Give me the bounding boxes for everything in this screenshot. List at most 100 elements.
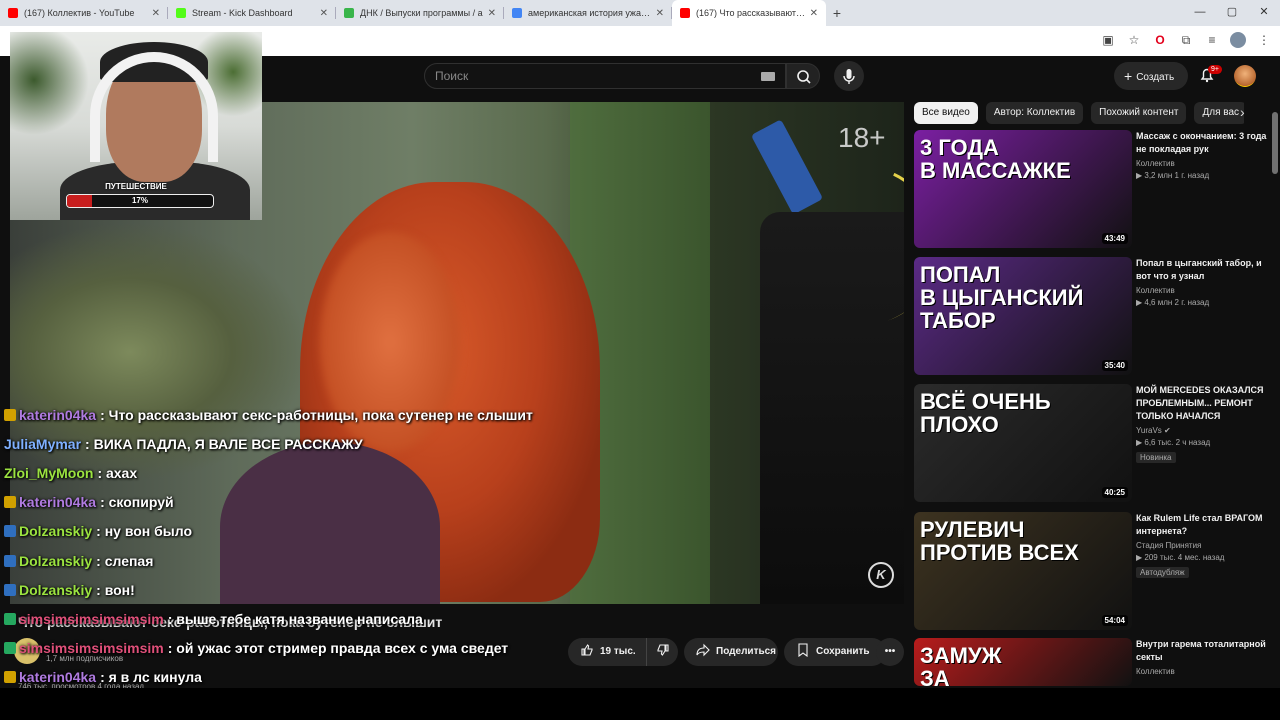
video-thumbnail[interactable]: 3 ГОДА В МАССАЖКЕ 43:49 [914, 130, 1132, 248]
filter-chip[interactable]: Для вас [1194, 102, 1244, 124]
video-thumbnail[interactable]: ВСЁ ОЧЕНЬ ПЛОХО 40:25 [914, 384, 1132, 502]
stream-chat: katerin04ka: Что рассказывают секс-работ… [4, 400, 564, 692]
scrollbar-thumb[interactable] [1272, 112, 1278, 174]
crown-badge-icon [4, 671, 16, 684]
opera-extension-icon[interactable]: O [1152, 32, 1168, 48]
microphone-icon [843, 69, 855, 84]
chat-username[interactable]: Zloi_MyMoon [4, 465, 93, 481]
chat-username[interactable]: katerin04ka [19, 407, 96, 423]
minimize-button[interactable]: — [1184, 0, 1216, 26]
bookmark-icon [798, 643, 808, 657]
goal-progress-text: 17% [131, 196, 148, 205]
channel-name[interactable]: YuraVs ✔ [1136, 426, 1270, 435]
browser-tab[interactable]: (167) Что рассказывают секс- ✕ [672, 0, 826, 26]
channel-name[interactable]: Коллектив [1136, 159, 1270, 168]
like-count: 19 тыс. [600, 646, 636, 657]
share-icon [696, 643, 710, 657]
recommended-video[interactable]: 3 ГОДА В МАССАЖКЕ 43:49 Массаж с окончание… [914, 130, 1270, 248]
recommended-video[interactable]: ЗАМУЖ ЗА Внутри гарема тоталитарной секты… [914, 638, 1270, 686]
recommended-video[interactable]: ВСЁ ОЧЕНЬ ПЛОХО 40:25 МОЙ MERCEDES ОКАЗАЛС… [914, 384, 1270, 502]
filter-chip[interactable]: Все видео [914, 102, 978, 124]
tab-close-icon[interactable]: ✕ [320, 8, 328, 19]
chat-message: Dolzanskiy: ну вон было [4, 517, 564, 546]
share-button[interactable]: Поделиться [684, 638, 778, 666]
video-stats: ▶ 209 тыс. 4 мес. назад [1136, 553, 1225, 562]
save-label: Сохранить [816, 646, 870, 657]
subscriber-badge-icon [4, 525, 16, 538]
chat-username[interactable]: JuliaMymar [4, 436, 81, 452]
video-title[interactable]: Внутри гарема тоталитарной секты [1136, 638, 1270, 664]
chat-username[interactable]: simsimsimsimsimsim [19, 611, 164, 627]
video-duration: 40:25 [1101, 487, 1128, 498]
account-avatar[interactable] [1234, 65, 1256, 87]
video-title[interactable]: Попал в цыганский табор, и вот что я узн… [1136, 257, 1270, 283]
chat-username[interactable]: Dolzanskiy [19, 553, 92, 569]
chevron-right-icon[interactable]: › [1240, 104, 1245, 120]
video-meta: Попал в цыганский табор, и вот что я узн… [1136, 257, 1270, 307]
subscriber-badge-icon [4, 642, 16, 655]
video-title[interactable]: Как Rulem Life стал ВРАГОМ интернета? [1136, 512, 1270, 538]
extensions-puzzle-icon[interactable]: ⧉ [1178, 32, 1194, 48]
tab-close-icon[interactable]: ✕ [656, 8, 664, 19]
chat-username[interactable]: Dolzanskiy [19, 523, 92, 539]
channel-name[interactable]: Коллектив [1136, 667, 1270, 676]
browser-tab[interactable]: ДНК / Выпуски программы / a ✕ [336, 0, 504, 26]
chat-text: : Что рассказывают секс-работницы, пока … [100, 406, 533, 423]
voice-search-button[interactable] [834, 61, 864, 91]
video-thumbnail[interactable]: ПОПАЛ В ЦЫГАНСКИЙ ТАБОР 35:40 [914, 257, 1132, 375]
chat-message: katerin04ka: скопируй [4, 488, 564, 517]
browser-tab[interactable]: Stream - Kick Dashboard ✕ [168, 0, 336, 26]
bookmark-star-icon[interactable]: ☆ [1126, 32, 1142, 48]
video-title[interactable]: МОЙ MERCEDES ОКАЗАЛСЯ ПРОБЛЕМНЫМ... РЕМО… [1136, 384, 1270, 423]
tab-favicon-icon [176, 8, 186, 18]
tab-favicon-icon [8, 8, 18, 18]
maximize-button[interactable]: ▢ [1216, 0, 1248, 26]
tab-close-icon[interactable]: ✕ [810, 8, 818, 19]
browser-tab[interactable]: (167) Коллектив - YouTube ✕ [0, 0, 168, 26]
profile-icon[interactable] [1230, 32, 1246, 48]
tab-label: американская история ужасов [528, 8, 652, 18]
browser-tab[interactable]: американская история ужасов ✕ [504, 0, 672, 26]
media-control-icon[interactable]: ≡ [1204, 32, 1220, 48]
create-button[interactable]: + Создать [1114, 62, 1188, 90]
streamer-webcam: ПУТЕШЕСТВИЕ 17% [10, 32, 262, 220]
chat-text: : скопируй [100, 494, 174, 511]
subscriber-badge-icon [4, 612, 16, 625]
install-app-icon[interactable]: ▣ [1100, 32, 1116, 48]
chat-username[interactable]: katerin04ka [19, 494, 96, 510]
recommended-video[interactable]: РУЛЕВИЧ ПРОТИВ ВСЕХ 54:04 Как Rulem Life с… [914, 512, 1270, 630]
tab-favicon-icon [680, 8, 690, 18]
channel-watermark: K [868, 562, 894, 588]
keyboard-icon[interactable] [761, 72, 775, 81]
scrollbar[interactable] [1272, 102, 1278, 682]
channel-name[interactable]: Коллектив [1136, 286, 1270, 295]
video-stats: ▶ 3,2 млн 1 г. назад [1136, 171, 1210, 180]
filter-chip[interactable]: Автор: Коллектив [985, 102, 1084, 124]
chat-username[interactable]: simsimsimsimsimsim [19, 640, 164, 656]
chat-username[interactable]: Dolzanskiy [19, 582, 92, 598]
chat-message: simsimsimsimsimsim: ой ужас этот стример… [4, 634, 564, 663]
video-thumbnail[interactable]: РУЛЕВИЧ ПРОТИВ ВСЕХ 54:04 [914, 512, 1132, 630]
video-thumbnail[interactable]: ЗАМУЖ ЗА [914, 638, 1132, 686]
recommended-video[interactable]: ПОПАЛ В ЦЫГАНСКИЙ ТАБОР 35:40 Попал в цыга… [914, 257, 1270, 375]
tab-close-icon[interactable]: ✕ [152, 8, 160, 19]
goal-label: ПУТЕШЕСТВИЕ [105, 182, 167, 191]
dislike-button[interactable] [646, 638, 678, 666]
thumbs-down-icon [657, 644, 669, 656]
chat-username[interactable]: katerin04ka [19, 669, 96, 685]
channel-name[interactable]: Стадия Принятия [1136, 541, 1270, 550]
search-button[interactable] [786, 63, 820, 89]
menu-kebab-icon[interactable]: ⋮ [1256, 32, 1272, 48]
close-window-button[interactable]: ✕ [1248, 0, 1280, 26]
new-tab-button[interactable]: + [826, 5, 848, 21]
filter-chip[interactable]: Похожий контент [1091, 102, 1187, 124]
crown-badge-icon [4, 496, 16, 509]
save-button[interactable]: Сохранить [784, 638, 886, 666]
search-input[interactable]: Поиск [424, 63, 786, 89]
thumbnail-text: РУЛЕВИЧ ПРОТИВ ВСЕХ [920, 517, 1079, 566]
more-actions-button[interactable]: ••• [876, 638, 904, 666]
tab-label: (167) Что рассказывают секс- [696, 8, 806, 18]
tab-close-icon[interactable]: ✕ [488, 8, 496, 19]
video-title[interactable]: Массаж с окончанием: 3 года не покладая … [1136, 130, 1270, 156]
chat-message: simsimsimsimsimsim: выше тебе катя назва… [4, 604, 564, 633]
